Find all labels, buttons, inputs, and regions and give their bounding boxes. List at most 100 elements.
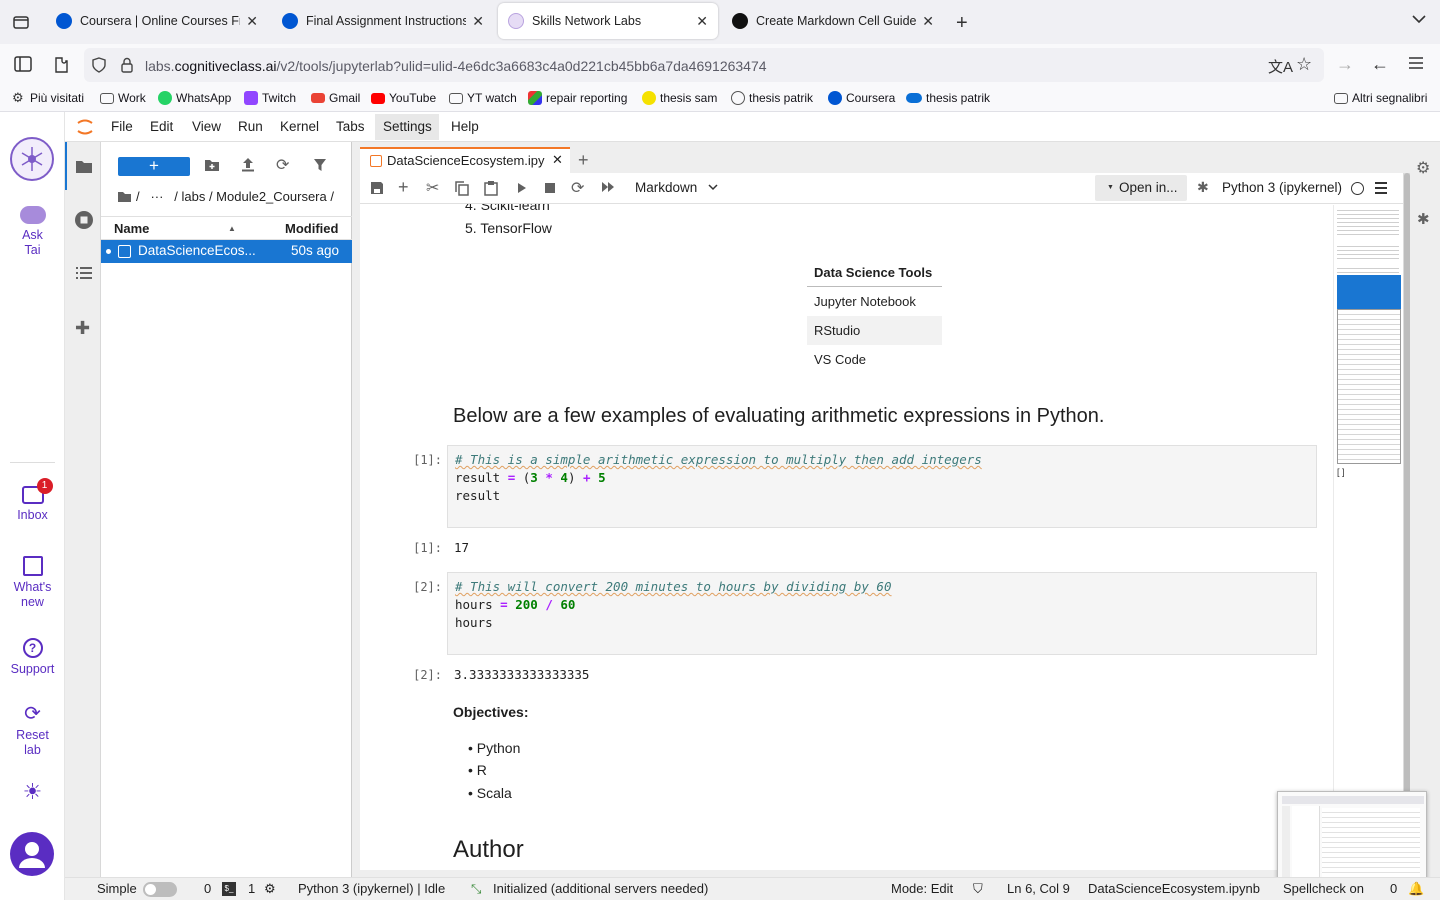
spellcheck-status[interactable]: Spellcheck on: [1283, 881, 1364, 896]
forward-arrow-icon[interactable]: →: [1336, 54, 1354, 75]
close-icon[interactable]: ✕: [246, 13, 258, 30]
minimap-viewport[interactable]: [1337, 309, 1401, 464]
menu-view[interactable]: View: [192, 119, 221, 134]
new-folder-icon[interactable]: [204, 158, 220, 172]
extensions-puzzle-icon[interactable]: ✚: [75, 318, 90, 339]
support-button[interactable]: ? Support: [0, 638, 65, 677]
terminal-icon[interactable]: $_: [222, 882, 236, 896]
menu-kernel[interactable]: Kernel: [280, 119, 319, 134]
star-icon[interactable]: ☆: [1296, 54, 1312, 75]
new-launcher-button[interactable]: +: [118, 157, 190, 176]
property-inspector-gear-icon[interactable]: ⚙: [1416, 158, 1430, 178]
bookmark-coursera[interactable]: Coursera: [828, 91, 895, 105]
menu-help[interactable]: Help: [451, 119, 479, 134]
file-row[interactable]: DataScienceEcos... 50s ago: [101, 240, 352, 263]
ask-tai-button[interactable]: Ask Tai: [0, 206, 65, 258]
kernel-status[interactable]: Python 3 (ipykernel) | Idle: [298, 881, 445, 896]
open-in-button[interactable]: ▼ Open in...: [1095, 175, 1187, 201]
notebook-minimap[interactable]: [ ]: [1333, 205, 1401, 865]
lsp-status[interactable]: Initialized (additional servers needed): [493, 881, 708, 896]
kernel-name[interactable]: Python 3 (ipykernel): [1222, 180, 1342, 195]
menu-edit[interactable]: Edit: [150, 119, 173, 134]
bookmark-youtube[interactable]: YouTube: [371, 91, 436, 105]
bell-icon[interactable]: 🔔: [1408, 881, 1424, 897]
bookmark-twitch[interactable]: Twitch: [244, 91, 296, 105]
chevron-down-icon[interactable]: [708, 184, 718, 191]
skills-network-logo[interactable]: [10, 137, 54, 181]
browser-tab-coursera[interactable]: Coursera | Online Courses From ✕: [46, 3, 268, 39]
simple-mode-toggle[interactable]: [143, 882, 177, 897]
extensions-icon[interactable]: [52, 55, 70, 73]
notebook-icon: [118, 245, 131, 258]
url-bar[interactable]: labs.cognitiveclass.ai/v2/tools/jupyterl…: [84, 48, 1324, 82]
breadcrumb-folder-icon[interactable]: [117, 191, 131, 203]
upload-icon[interactable]: [241, 157, 255, 172]
save-icon[interactable]: [370, 181, 384, 195]
run-icon[interactable]: [517, 182, 527, 194]
menu-hamburger-icon[interactable]: [1375, 182, 1387, 194]
bookmark-work[interactable]: Work: [100, 91, 146, 105]
new-tab-button[interactable]: +: [956, 12, 968, 35]
url-text[interactable]: labs.cognitiveclass.ai/v2/tools/jupyterl…: [145, 58, 767, 74]
menu-hamburger-icon[interactable]: [1408, 56, 1424, 70]
kernel-settings-gear-icon[interactable]: ⚙: [264, 881, 276, 897]
tab-list-chevron-icon[interactable]: [1412, 14, 1426, 24]
running-stop-icon[interactable]: [74, 210, 94, 230]
bookmark-thesis-patrik-cloud[interactable]: thesis patrik: [906, 91, 990, 105]
column-name[interactable]: Name: [114, 221, 149, 236]
fast-forward-icon[interactable]: [601, 181, 615, 193]
bookmark-gmail[interactable]: Gmail: [311, 91, 360, 105]
browser-tab-skills-network[interactable]: Skills Network Labs ✕: [498, 3, 718, 39]
notebook-tab[interactable]: DataScienceEcosystem.ipy ✕: [360, 147, 570, 173]
translate-icon[interactable]: 文A: [1268, 56, 1293, 77]
trusted-shield-icon[interactable]: ⛉: [973, 881, 983, 897]
whats-new-button[interactable]: What's new: [0, 556, 65, 610]
bookmark-thesis-patrik[interactable]: thesis patrik: [731, 91, 813, 105]
bookmark-whatsapp[interactable]: WhatsApp: [158, 91, 231, 105]
new-tab-button[interactable]: +: [578, 150, 589, 171]
browser-tab-markdown-guide[interactable]: Create Markdown Cell Guide ✕: [722, 3, 944, 39]
insert-cell-icon[interactable]: +: [398, 177, 409, 198]
code-cell-1[interactable]: # This is a simple arithmetic expression…: [447, 445, 1317, 528]
column-modified[interactable]: Modified: [285, 221, 338, 236]
menu-settings[interactable]: Settings: [383, 119, 432, 134]
copy-icon[interactable]: [455, 181, 469, 196]
avatar[interactable]: [10, 832, 54, 876]
bookmark-thesis-sam[interactable]: thesis sam: [642, 91, 717, 105]
folder-icon[interactable]: [75, 159, 93, 174]
menu-file[interactable]: File: [111, 119, 133, 134]
shield-icon[interactable]: [92, 57, 106, 73]
cell-type-select[interactable]: Markdown: [635, 180, 697, 195]
reset-lab-button[interactable]: ⟳ Reset lab: [0, 704, 65, 758]
refresh-icon[interactable]: ⟳: [276, 155, 289, 175]
tab-overview-icon[interactable]: [12, 13, 30, 31]
back-arrow-icon[interactable]: ←: [1371, 54, 1389, 75]
debugger-bug-icon[interactable]: ✱: [1417, 210, 1430, 228]
restart-icon[interactable]: ⟳: [571, 178, 584, 198]
menu-tabs[interactable]: Tabs: [336, 119, 365, 134]
inbox-button[interactable]: 1 Inbox: [0, 478, 65, 523]
bookmark-other[interactable]: Altri segnalibri: [1334, 91, 1427, 105]
paste-icon[interactable]: [484, 180, 498, 196]
close-icon[interactable]: ✕: [552, 152, 563, 168]
bookmark-piu-visitati[interactable]: ⚙ Più visitati: [12, 91, 84, 106]
table-of-contents-icon[interactable]: [76, 266, 92, 280]
close-icon[interactable]: ✕: [472, 13, 484, 30]
screenshot-thumbnail[interactable]: [1277, 791, 1427, 885]
menu-run[interactable]: Run: [238, 119, 263, 134]
sidebar-toggle-icon[interactable]: [14, 56, 32, 72]
cursor-position[interactable]: Ln 6, Col 9: [1007, 881, 1070, 896]
browser-tab-final-assignment[interactable]: Final Assignment Instructions: C ✕: [272, 3, 494, 39]
bookmark-yt-watch[interactable]: YT watch: [449, 91, 517, 105]
cut-icon[interactable]: ✂: [426, 178, 439, 198]
close-icon[interactable]: ✕: [922, 13, 934, 30]
breadcrumb[interactable]: / ··· / labs / Module2_Coursera /: [136, 189, 334, 204]
bug-debugger-icon[interactable]: ✱: [1197, 179, 1209, 196]
stop-icon[interactable]: [545, 183, 555, 193]
lock-icon[interactable]: [120, 57, 134, 73]
close-icon[interactable]: ✕: [696, 13, 708, 30]
code-cell-2[interactable]: # This will convert 200 minutes to hours…: [447, 572, 1317, 655]
bookmark-repair-reporting[interactable]: repair reporting: [528, 91, 627, 105]
filter-icon[interactable]: [313, 158, 327, 172]
theme-toggle-sun-icon[interactable]: ☀: [0, 781, 65, 803]
